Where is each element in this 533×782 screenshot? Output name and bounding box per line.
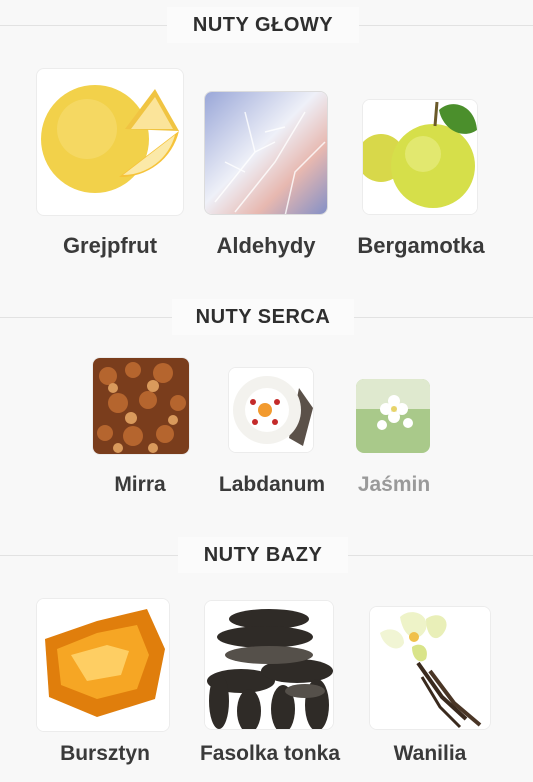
note-item-grapefruit[interactable]: Grejpfrut	[30, 65, 190, 265]
tonka-bean-image	[204, 600, 334, 730]
note-item-vanilla[interactable]: Wanilia	[360, 596, 500, 776]
section-title-top-notes: NUTY GŁOWY	[167, 7, 359, 43]
amber-image	[36, 598, 170, 732]
note-name: Labdanum	[218, 473, 326, 496]
frost-image	[204, 91, 328, 215]
note-item-aldehydes[interactable]: Aldehydy	[196, 65, 336, 265]
section-header-base-notes: NUTY BAZY	[0, 535, 533, 575]
note-name: Bergamotka	[357, 233, 485, 258]
note-name: Mirra	[114, 473, 166, 496]
section-header-heart-notes: NUTY SERCA	[0, 297, 533, 337]
labdanum-flower-image	[228, 367, 314, 453]
section-header-top-notes: NUTY GŁOWY	[0, 5, 533, 45]
myrrh-image	[92, 357, 190, 455]
note-name: Jaśmin	[357, 473, 431, 496]
section-title-base-notes: NUTY BAZY	[178, 537, 348, 573]
note-name: Bursztyn	[60, 742, 150, 765]
bergamot-image	[362, 99, 478, 215]
note-name: Aldehydy	[216, 233, 316, 258]
note-item-myrrh[interactable]: Mirra	[80, 355, 200, 505]
note-name: Fasolka tonka	[199, 742, 341, 765]
note-item-labdanum[interactable]: Labdanum	[208, 355, 336, 505]
note-item-bergamot[interactable]: Bergamotka	[346, 65, 496, 265]
jasmine-image	[356, 379, 430, 453]
vanilla-image	[369, 606, 491, 730]
grapefruit-image	[36, 68, 184, 216]
note-name: Wanilia	[393, 742, 467, 765]
note-item-tonka-bean[interactable]: Fasolka tonka	[188, 596, 352, 776]
note-name: Grejpfrut	[62, 233, 158, 258]
note-item-jasmine[interactable]: Jaśmin	[344, 355, 444, 505]
section-title-heart-notes: NUTY SERCA	[172, 299, 354, 335]
note-item-amber[interactable]: Bursztyn	[30, 596, 180, 776]
